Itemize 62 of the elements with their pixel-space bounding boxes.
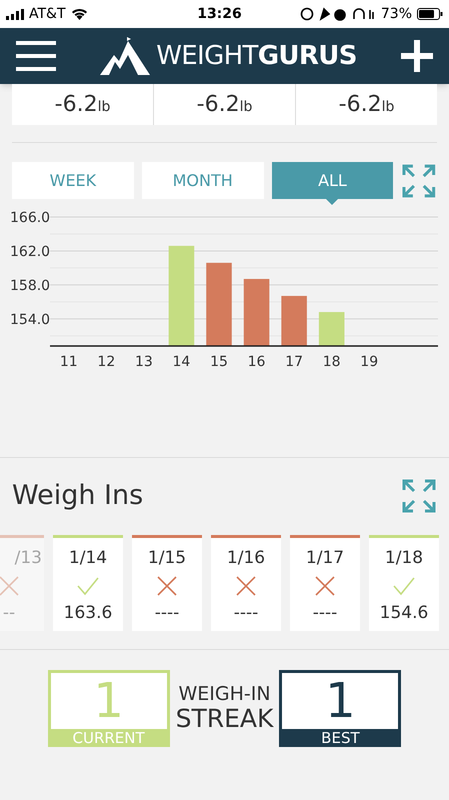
- x-tick-label: 14: [172, 354, 190, 370]
- x-tick-label: 16: [248, 354, 266, 370]
- x-tick-label: 17: [285, 354, 304, 370]
- cross-icon: [235, 575, 257, 597]
- brand-name: WEIGHTGURUS: [156, 43, 357, 69]
- mountain-logo-icon: [100, 37, 150, 75]
- carrier-text: AT&T: [29, 4, 66, 24]
- x-tick-label: 19: [360, 354, 378, 370]
- x-tick-label: 13: [134, 354, 153, 370]
- battery-percent: 73%: [380, 4, 412, 24]
- clock-text: 13:26: [196, 4, 243, 24]
- weight-value: ----: [234, 602, 258, 625]
- stat-value: -6.2 lb: [338, 91, 394, 119]
- stat-value: -6.2 lb: [54, 91, 110, 119]
- menu-icon[interactable]: [16, 41, 56, 71]
- y-tick-label: 154.0: [10, 312, 50, 328]
- date-label: 1/18: [384, 546, 424, 570]
- stat-value: -6.2 lb: [196, 91, 252, 119]
- x-tick-label: 11: [60, 354, 78, 370]
- date-label: /13: [14, 546, 42, 570]
- weight-value: 163.6: [64, 602, 112, 625]
- date-label: 1/17: [306, 546, 344, 570]
- bar: [244, 278, 270, 346]
- y-tick-label: 162.0: [10, 244, 50, 260]
- date-label: 1/14: [68, 546, 108, 570]
- weight-value: 154.6: [380, 602, 428, 625]
- section-title: Weigh Ins: [12, 479, 144, 513]
- date-label: 1/16: [226, 546, 266, 570]
- check-icon: [393, 575, 415, 597]
- streak-count: 1: [92, 672, 125, 728]
- streak-label: CURRENT: [50, 728, 167, 746]
- add-icon[interactable]: [401, 40, 433, 72]
- y-tick-label: 166.0: [10, 210, 50, 226]
- weigh-in-card[interactable]: 1/18 154.6: [369, 534, 439, 630]
- bar: [281, 296, 307, 346]
- streak-title: WEIGH-IN: [178, 683, 271, 705]
- weigh-in-card[interactable]: 1/15 ----: [132, 534, 202, 630]
- streak-title: STREAK: [176, 705, 274, 733]
- x-tick-label: 18: [322, 354, 341, 370]
- expand-icon[interactable]: [401, 478, 437, 514]
- bar: [318, 312, 344, 346]
- weigh-in-card[interactable]: 1/14 163.6: [53, 534, 123, 630]
- x-tick-label: 12: [97, 354, 116, 370]
- weight-value: ----: [312, 602, 338, 625]
- weight-value: --: [2, 602, 16, 625]
- expand-icon[interactable]: [401, 162, 437, 198]
- streak-label: BEST: [282, 728, 398, 746]
- streak-count: 1: [324, 672, 357, 728]
- cross-icon: [314, 575, 336, 597]
- weigh-in-card[interactable]: 1/16 ----: [211, 534, 281, 630]
- check-icon: [77, 575, 99, 597]
- y-tick-label: 158.0: [10, 278, 50, 294]
- cross-icon: [0, 575, 20, 597]
- weigh-in-card[interactable]: 1/17 ----: [290, 534, 360, 630]
- cross-icon: [156, 575, 178, 597]
- wifi-icon: [70, 8, 88, 20]
- weight-value: ----: [154, 602, 180, 625]
- tab-pointer: [326, 199, 338, 205]
- battery-icon: [417, 8, 443, 20]
- x-tick-label: 15: [210, 354, 228, 370]
- date-label: 1/15: [148, 546, 186, 570]
- signal-icon: [6, 8, 24, 20]
